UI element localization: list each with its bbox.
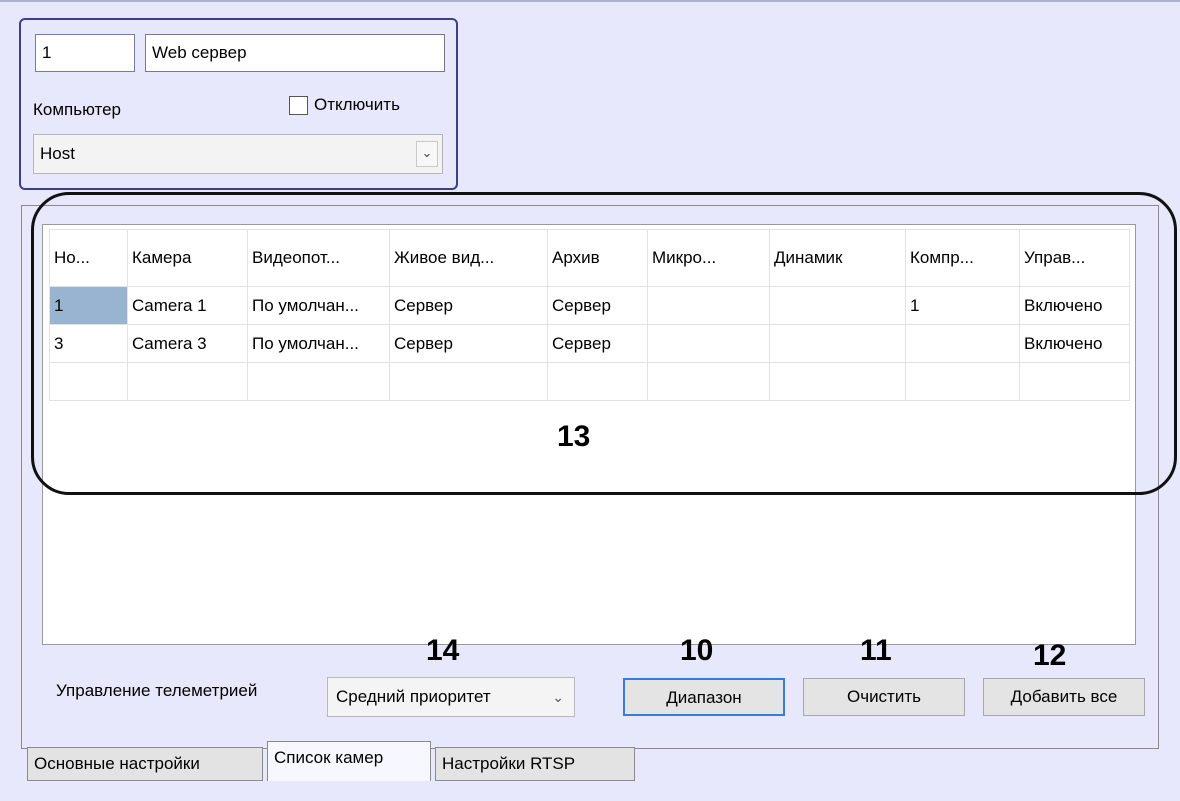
- range-button[interactable]: Диапазон: [623, 678, 785, 716]
- computer-label: Компьютер: [33, 100, 121, 119]
- callout-oval-13: [31, 192, 1177, 495]
- clear-button[interactable]: Очистить: [803, 678, 965, 716]
- computer-select-value: Host: [40, 144, 75, 163]
- callout-13: 13: [557, 420, 591, 453]
- telemetry-select[interactable]: Средний приоритет ⌄: [327, 677, 575, 717]
- callout-12: 12: [1033, 639, 1067, 672]
- add-all-button[interactable]: Добавить все: [983, 678, 1145, 716]
- chevron-down-icon[interactable]: ⌄: [416, 141, 438, 167]
- object-id-field[interactable]: 1: [35, 34, 135, 72]
- callout-11: 11: [860, 634, 892, 667]
- object-name-field[interactable]: Web сервер: [145, 34, 445, 72]
- cameras-tab-page: Но... Камера Видеопот... Живое вид... Ар…: [21, 192, 1177, 749]
- object-panel: 1 Web сервер Компьютер Отключить Host ⌄: [19, 18, 458, 190]
- callout-14: 14: [426, 634, 460, 667]
- callout-10: 10: [680, 634, 714, 667]
- disable-checkbox[interactable]: [289, 95, 308, 115]
- telemetry-select-value: Средний приоритет: [336, 687, 491, 706]
- telemetry-label: Управление телеметрией: [56, 681, 258, 700]
- disable-checkbox-wrap[interactable]: Отключить: [289, 95, 400, 115]
- computer-select[interactable]: Host ⌄: [33, 134, 443, 174]
- disable-label: Отключить: [314, 95, 400, 114]
- tab-rtsp-settings[interactable]: Настройки RTSP: [435, 747, 635, 781]
- chevron-down-icon: ⌄: [552, 689, 564, 705]
- tab-main-settings[interactable]: Основные настройки: [27, 747, 263, 781]
- tab-camera-list[interactable]: Список камер: [267, 741, 431, 781]
